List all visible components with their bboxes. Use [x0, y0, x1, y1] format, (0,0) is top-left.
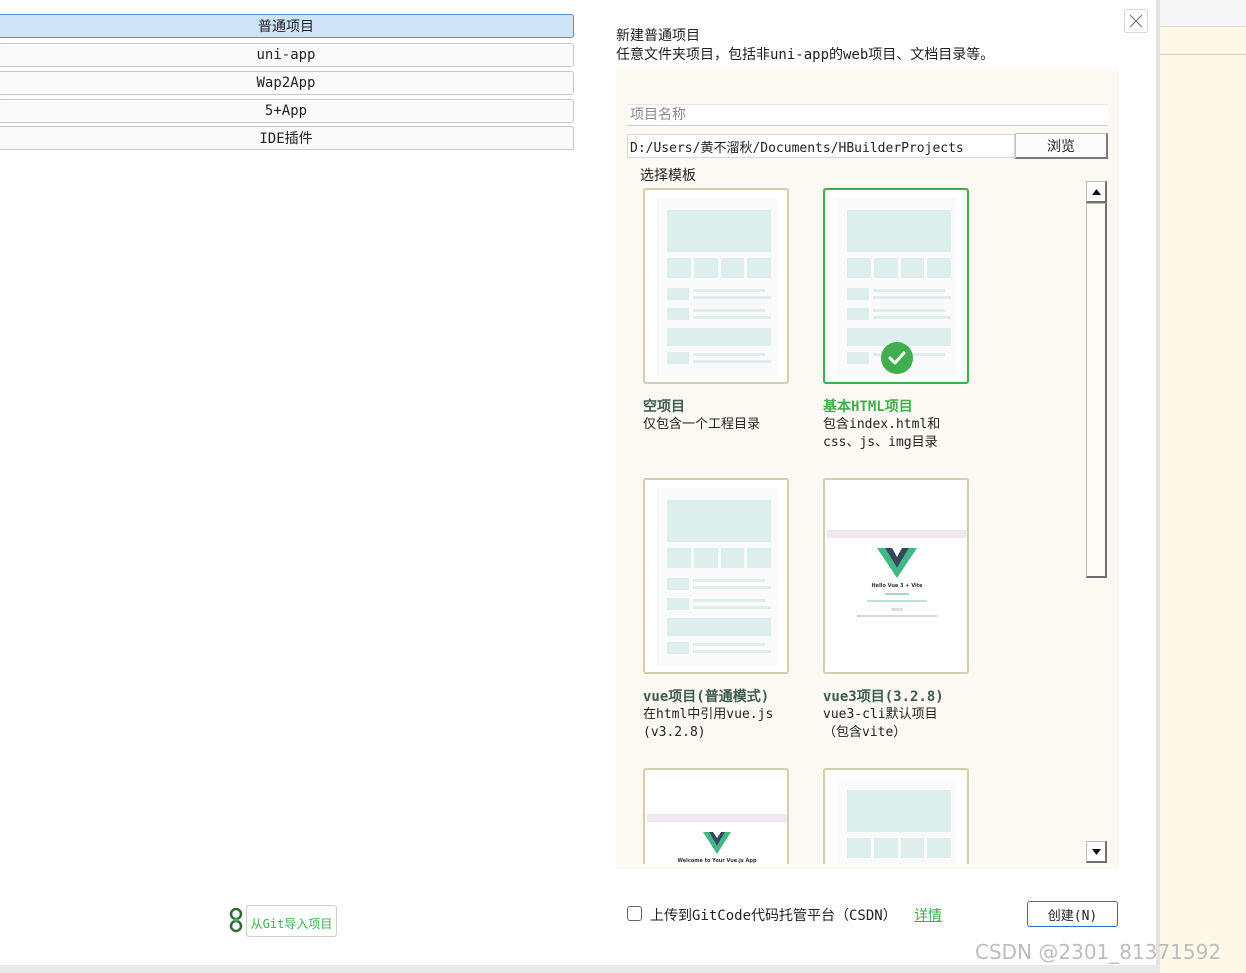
vue-preview-icon: Welcome to Your Vue.js App — [647, 814, 787, 864]
tab-normal-project[interactable]: 普通项目 — [0, 14, 574, 38]
background-editor-area — [1160, 0, 1246, 973]
tab-label: 普通项目 — [258, 19, 314, 35]
vue-preview-heading: Hello Vue 3 + Vite — [871, 583, 923, 589]
template-title: 空项目 — [643, 399, 685, 415]
template-description: 包含index.html和 css、js、img目录 — [823, 417, 941, 450]
create-button[interactable]: 创建(N) — [1027, 901, 1118, 927]
dialog-title: 新建普通项目 — [616, 28, 700, 44]
upload-gitcode-label: 上传到GitCode代码托管平台（CSDN） — [650, 908, 897, 924]
upload-gitcode-checkbox[interactable] — [627, 906, 642, 921]
page-layout-icon — [657, 198, 777, 376]
background-divider — [1160, 54, 1246, 55]
selected-check-icon — [881, 342, 913, 374]
template-title: vue3项目(3.2.8) — [823, 689, 944, 705]
import-from-git-label: 从Git导入项目 — [250, 917, 333, 931]
template-card-vue-normal[interactable] — [643, 478, 789, 674]
template-description: vue3-cli默认项目 （包含vite） — [823, 707, 938, 740]
close-button[interactable] — [1124, 9, 1148, 33]
watermark: CSDN @2301_81371592 — [975, 940, 1222, 964]
detail-link[interactable]: 详情 — [914, 905, 942, 925]
template-description: 在html中引用vue.js (v3.2.8) — [643, 707, 774, 740]
tab-label: IDE插件 — [259, 131, 313, 147]
tab-wap2app[interactable]: Wap2App — [0, 71, 574, 95]
tab-label: 5+App — [264, 103, 308, 119]
scrollbar-thumb[interactable] — [1086, 203, 1107, 578]
create-button-label: 创建(N) — [1047, 908, 1098, 924]
vue-logo-icon — [703, 832, 731, 854]
template-card-more[interactable] — [823, 768, 969, 864]
scroll-up-button[interactable] — [1086, 181, 1107, 203]
project-name-input[interactable] — [627, 104, 1108, 126]
browse-button-label: 浏览 — [1047, 138, 1075, 155]
template-description: 仅包含一个工程目录 — [643, 417, 761, 432]
tab-5plus-app[interactable]: 5+App — [0, 99, 574, 123]
import-from-git-button[interactable]: 从Git导入项目 — [246, 905, 337, 937]
tab-ide-plugin[interactable]: IDE插件 — [0, 126, 574, 150]
arrow-up-icon — [1091, 188, 1101, 195]
vue-logo-icon — [877, 548, 917, 578]
vue-preview-icon: Hello Vue 3 + Vite — [827, 530, 967, 626]
template-card-empty[interactable] — [643, 188, 789, 384]
close-icon — [1129, 14, 1143, 28]
vue-preview-heading: Welcome to Your Vue.js App — [677, 858, 757, 864]
template-title: vue项目(普通模式) — [643, 689, 770, 705]
tab-label: Wap2App — [256, 75, 316, 91]
template-list: 空项目 仅包含一个工程目录 基本HTML项目 包含index.html和 css… — [628, 181, 1086, 864]
tab-label: uni-app — [256, 47, 316, 63]
background-editor-tabbar — [1160, 0, 1246, 27]
template-card-vue-app[interactable]: Welcome to Your Vue.js App — [643, 768, 789, 864]
browse-button[interactable]: 浏览 — [1015, 133, 1108, 159]
template-card-basic-html[interactable] — [823, 188, 969, 384]
scroll-down-button[interactable] — [1086, 841, 1107, 863]
template-scrollbar[interactable] — [1086, 181, 1108, 863]
tab-uni-app[interactable]: uni-app — [0, 43, 574, 67]
arrow-down-icon — [1091, 848, 1101, 855]
dialog-shadow — [1156, 0, 1160, 965]
git-icon — [229, 908, 243, 933]
template-title-selected: 基本HTML项目 — [823, 399, 913, 415]
page-layout-icon — [657, 488, 777, 666]
dialog-description: 任意文件夹项目，包括非uni-app的web项目、文档目录等。 — [616, 47, 995, 63]
page-layout-icon — [837, 778, 957, 864]
template-card-vue3[interactable]: Hello Vue 3 + Vite — [823, 478, 969, 674]
dialog-bottom-edge — [0, 965, 1160, 973]
project-path-input[interactable] — [627, 134, 1015, 158]
